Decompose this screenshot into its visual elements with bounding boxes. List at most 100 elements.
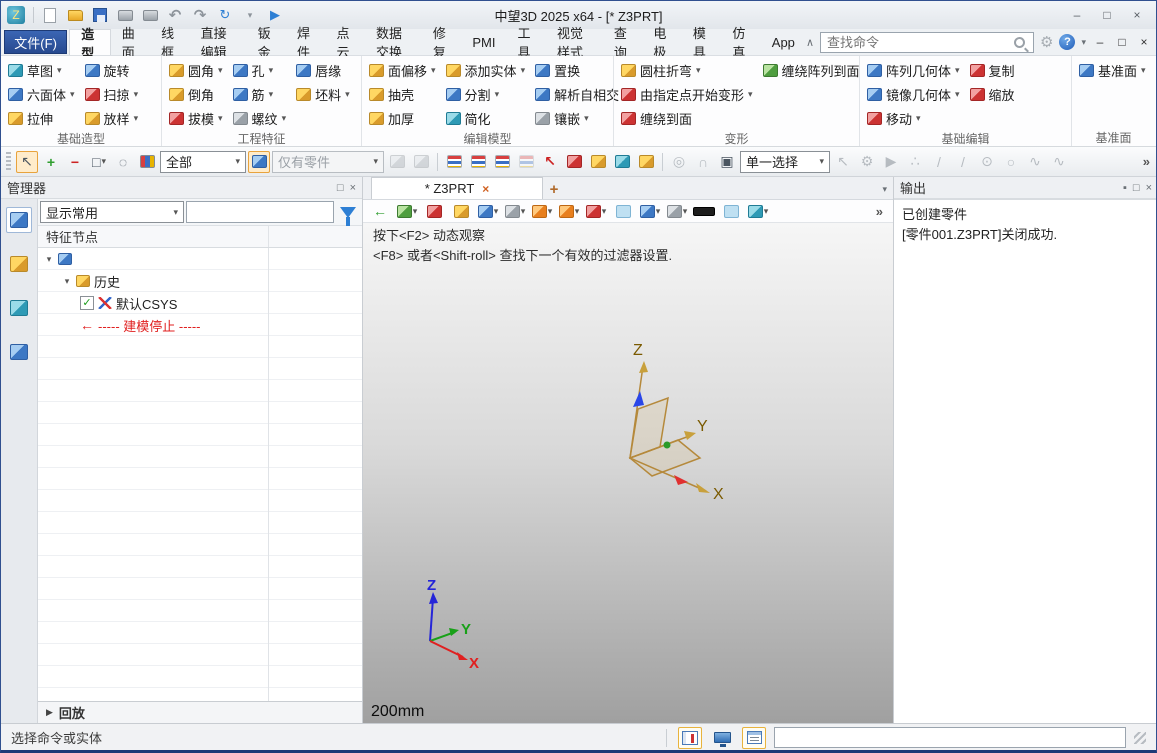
move-button[interactable]: 移动 ▾ <box>862 106 965 130</box>
undo-button[interactable]: ↶ <box>166 6 184 24</box>
scope-filter-combo[interactable]: 仅有零件 ▾ <box>272 150 384 173</box>
regen-plant-icon[interactable]: ▾ <box>396 201 418 221</box>
pick-region-icon[interactable]: □ ▾ <box>88 151 110 173</box>
history-manager-icon[interactable] <box>6 207 32 233</box>
play-button[interactable]: ▶ <box>266 6 284 24</box>
display-mode-combo[interactable]: 显示常用 ▾ <box>40 201 184 223</box>
help-icon[interactable]: ? <box>1059 34 1076 50</box>
filter-bars-4-icon[interactable] <box>515 151 537 173</box>
filter-bars-3-icon[interactable] <box>491 151 513 173</box>
draft-button[interactable]: 拔模 ▾ <box>164 106 228 130</box>
qat-dropdown-button[interactable]: ▾ <box>241 6 259 24</box>
root-node[interactable]: ▾ <box>38 248 362 270</box>
filter-bars-1-icon[interactable] <box>443 151 465 173</box>
target-move-icon[interactable]: ▾ <box>585 201 607 221</box>
remove-pick-icon[interactable]: − <box>64 151 86 173</box>
open-file-button[interactable] <box>66 6 84 24</box>
new-file-button[interactable] <box>41 6 59 24</box>
curve2-tool-icon[interactable]: ∿ <box>1048 151 1070 173</box>
tab-shape[interactable]: 造型 <box>69 27 111 61</box>
link-manager-icon[interactable] <box>386 151 408 173</box>
bg-color-swatch[interactable] <box>720 201 742 221</box>
file-menu-button[interactable]: 文件(F) <box>4 30 68 54</box>
mirror-geometry-button[interactable]: 镜像几何体 ▾ <box>862 82 965 106</box>
eraser-icon[interactable] <box>423 201 445 221</box>
preview-window-icon[interactable] <box>612 201 634 221</box>
tabbar-collapse-icon[interactable]: ▾ <box>882 184 887 195</box>
lasso-pick-icon[interactable]: ◌ <box>112 151 134 173</box>
curve-tool-icon[interactable]: ∿ <box>1024 151 1046 173</box>
box-button[interactable]: 六面体 ▾ <box>3 82 80 106</box>
wireframe-mode-icon[interactable]: ▾ <box>504 201 526 221</box>
shell-button[interactable]: 抽壳 <box>364 82 441 106</box>
tab-app[interactable]: App <box>761 29 806 55</box>
doc-close-button[interactable]: × <box>1136 35 1152 49</box>
orbit-gesture-icon[interactable]: ∩ <box>692 151 714 173</box>
sketch-button[interactable]: 草图 ▾ <box>3 58 80 82</box>
document-tab[interactable]: * Z3PRT × <box>371 177 543 199</box>
save-button[interactable] <box>91 6 109 24</box>
tab-close-icon[interactable]: × <box>482 182 489 196</box>
panel-restore-button[interactable]: □ <box>1133 182 1140 194</box>
ring-select-icon[interactable]: ▾ <box>558 201 580 221</box>
viewport[interactable]: 按下<F2> 动态观察 <F8> 或者<Shift-roll> 查找下一个有效的… <box>363 223 893 723</box>
filter-funnel-icon[interactable] <box>340 206 356 226</box>
line2-tool-icon[interactable]: / <box>952 151 974 173</box>
simplify-button[interactable]: 简化 <box>441 106 531 130</box>
copy-button[interactable]: 复制 <box>965 58 1020 82</box>
pick-filter-icon[interactable] <box>136 151 158 173</box>
panel-restore-button[interactable]: □ <box>337 182 344 194</box>
part-scope-icon[interactable] <box>248 150 270 173</box>
settings-gear-icon[interactable]: ⚙ <box>1040 33 1053 51</box>
tab-tools[interactable]: 工具 <box>507 26 546 60</box>
doc-minimize-button[interactable]: – <box>1092 35 1108 49</box>
gear-tool-icon[interactable] <box>635 151 657 173</box>
replace-button[interactable]: 置换 <box>530 58 624 82</box>
tab-direct-edit[interactable]: 直接编辑 <box>190 26 247 60</box>
modeling-stop-marker[interactable]: ← ----- 建模停止 ----- <box>38 314 362 336</box>
entity-filter-combo[interactable]: 全部 ▾ <box>160 150 246 173</box>
loft-button[interactable]: 放样 ▾ <box>80 106 144 130</box>
pick-cursor-icon[interactable]: ↖ <box>832 151 854 173</box>
sweep-button[interactable]: 扫掠 ▾ <box>80 82 144 106</box>
pick-settings-icon[interactable]: ⚙ <box>856 151 878 173</box>
toolbar-overflow-button[interactable]: » <box>1139 154 1154 169</box>
tab-mold[interactable]: 模具 <box>682 26 721 60</box>
minimize-button[interactable]: – <box>1064 6 1090 24</box>
history-list-icon[interactable] <box>563 151 585 173</box>
panel-close-button[interactable]: × <box>350 182 356 194</box>
toolbar-drag-handle[interactable] <box>6 151 11 172</box>
datum-plane-button[interactable]: 基准面 ▾ <box>1074 58 1151 82</box>
filter-bars-2-icon[interactable] <box>467 151 489 173</box>
deform-from-point-button[interactable]: 由指定点开始变形 ▾ <box>616 82 758 106</box>
fillet-button[interactable]: 圆角 ▾ <box>164 58 228 82</box>
redo-button[interactable]: ↷ <box>191 6 209 24</box>
status-input[interactable] <box>774 727 1126 748</box>
play-tool-icon[interactable]: ▶ <box>880 151 902 173</box>
view-toolbar-overflow[interactable]: » <box>872 204 887 219</box>
tree-filter-input[interactable] <box>186 201 334 223</box>
command-panel-toggle[interactable] <box>678 726 702 749</box>
folder-table-icon[interactable] <box>587 151 609 173</box>
lip-button[interactable]: 唇缘 <box>291 58 355 82</box>
solid-manager-icon[interactable] <box>6 251 32 277</box>
regen-button[interactable]: ↻ <box>216 6 234 24</box>
maximize-button[interactable]: □ <box>1094 6 1120 24</box>
role-manager-icon[interactable] <box>6 339 32 365</box>
checkbox[interactable]: ✓ <box>80 296 94 310</box>
panel-pin-button[interactable]: ▪ <box>1123 182 1127 194</box>
help-dropdown-icon[interactable]: ▾ <box>1081 37 1086 48</box>
add-solid-button[interactable]: 添加实体 ▾ <box>441 58 531 82</box>
pattern-geometry-button[interactable]: 阵列几何体 ▾ <box>862 58 965 82</box>
print-button[interactable] <box>116 6 134 24</box>
chamfer-button[interactable]: 倒角 <box>164 82 228 106</box>
tab-inquire[interactable]: 查询 <box>603 26 642 60</box>
exit-icon[interactable]: ← <box>369 201 391 221</box>
playback-section[interactable]: ▶ 回放 <box>38 701 362 723</box>
tab-wireframe[interactable]: 线框 <box>150 26 189 60</box>
add-pick-icon[interactable]: + <box>40 151 62 173</box>
pick-tool-icon[interactable]: ↖ <box>16 150 38 173</box>
shaded-mode-icon[interactable]: ▾ <box>477 201 499 221</box>
tab-data-exchange[interactable]: 数据交换 <box>365 26 422 60</box>
revolve-button[interactable]: 旋转 <box>80 58 144 82</box>
